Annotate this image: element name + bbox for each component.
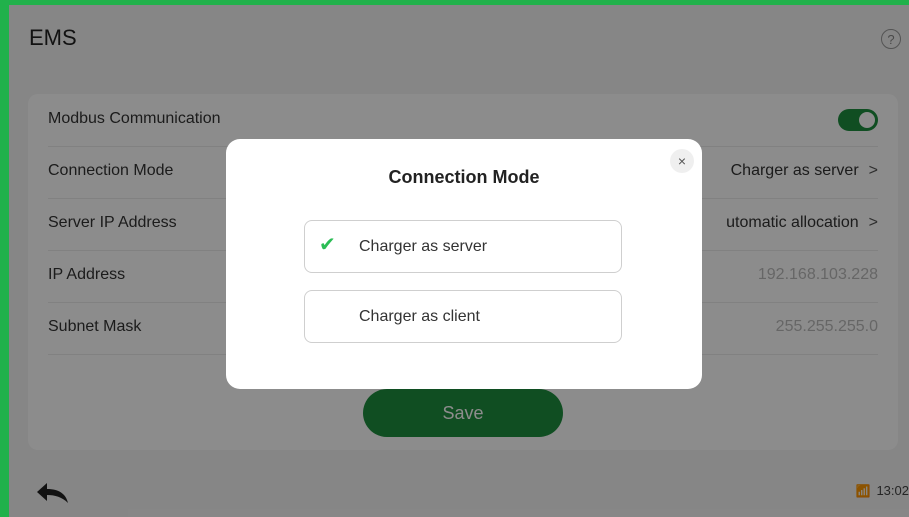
option-label: Charger as client [359,308,480,325]
option-label: Charger as server [359,238,488,255]
check-icon: ✔ [319,234,336,256]
dialog-title: Connection Mode [388,167,540,187]
app-window: EMS ? Modbus Communication Connection Mo… [9,5,909,517]
option-charger-as-client[interactable]: Charger as client [304,290,622,343]
connection-mode-dialog: Connection Mode × ✔ Charger as server Ch… [226,139,702,389]
option-charger-as-server[interactable]: ✔ Charger as server [304,220,622,273]
close-icon[interactable]: × [670,149,694,173]
